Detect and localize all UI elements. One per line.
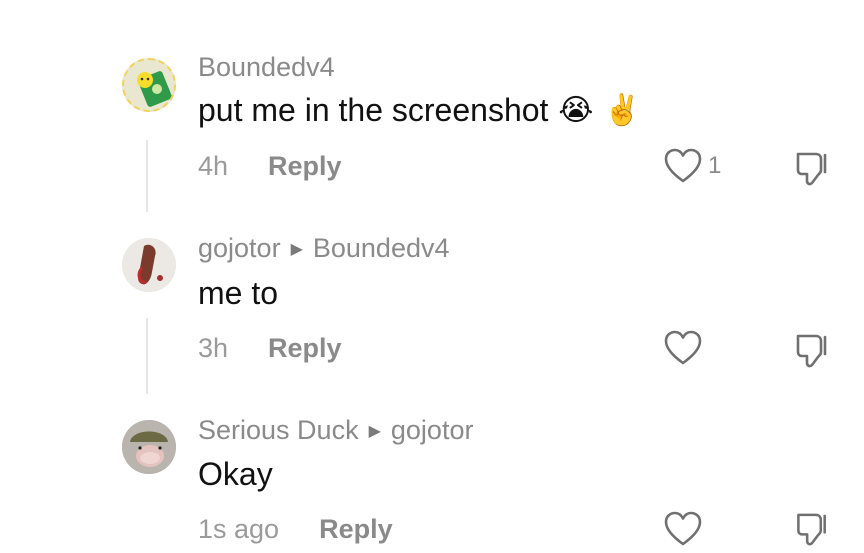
- thumbs-down-icon[interactable]: [794, 332, 832, 370]
- thread-line: [146, 318, 148, 394]
- reply-button[interactable]: Reply: [268, 333, 342, 364]
- avatar[interactable]: [122, 420, 176, 474]
- reply-to-username[interactable]: gojotor: [391, 415, 474, 446]
- avatar[interactable]: [122, 238, 176, 292]
- username[interactable]: Serious Duck ▶ gojotor: [198, 415, 473, 446]
- thumbs-down-icon[interactable]: [794, 150, 832, 188]
- timestamp: 4h: [198, 151, 229, 181]
- comment-meta: 3h Reply: [198, 333, 342, 364]
- dislike-button[interactable]: [794, 150, 832, 193]
- heart-icon-partial[interactable]: [666, 0, 700, 2]
- reply-arrow-icon: ▶: [290, 240, 303, 258]
- dislike-button[interactable]: [794, 511, 832, 553]
- reply-button[interactable]: Reply: [319, 514, 393, 545]
- like-count: 1: [708, 152, 722, 179]
- crying-emoji: 😭: [558, 94, 594, 127]
- thumbs-down-icon-partial[interactable]: [796, 0, 830, 2]
- reply-button[interactable]: Reply: [268, 151, 342, 182]
- comment-text: me to: [198, 275, 279, 311]
- like-button[interactable]: 1: [664, 148, 721, 184]
- username[interactable]: Boundedv4: [198, 52, 335, 83]
- reply-arrow-icon: ▶: [368, 422, 381, 440]
- like-button[interactable]: [664, 511, 702, 547]
- peace-emoji: ✌️: [603, 94, 641, 127]
- dislike-button[interactable]: [794, 332, 832, 375]
- comment-text: Okay: [198, 456, 273, 492]
- thread-line: [146, 140, 148, 212]
- heart-icon[interactable]: [664, 148, 702, 184]
- timestamp: 3h: [198, 333, 229, 363]
- reply-to-username[interactable]: Boundedv4: [313, 233, 450, 264]
- thumbs-down-icon[interactable]: [794, 511, 832, 548]
- timestamp: 1s ago: [198, 514, 280, 544]
- comment-text: put me in the screenshot 😭 ✌️: [198, 92, 641, 128]
- heart-icon[interactable]: [664, 511, 702, 547]
- comment-meta: 4h Reply: [198, 151, 342, 182]
- heart-icon[interactable]: [664, 330, 702, 366]
- comment-meta: 1s ago Reply: [198, 514, 393, 545]
- username[interactable]: gojotor ▶ Boundedv4: [198, 233, 450, 264]
- avatar[interactable]: [122, 58, 176, 112]
- like-button[interactable]: [664, 330, 702, 366]
